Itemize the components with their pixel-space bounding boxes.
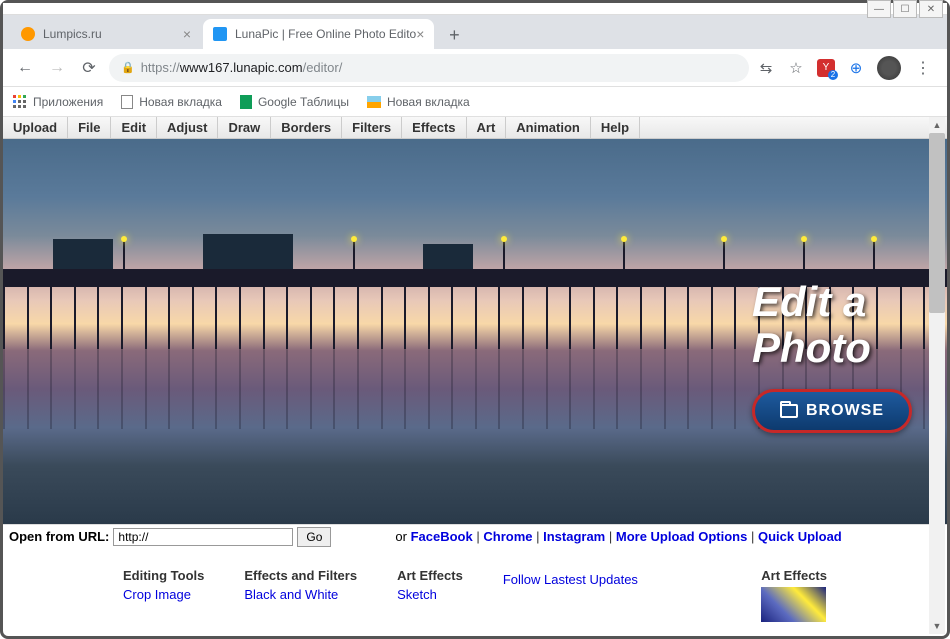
menu-filters[interactable]: Filters: [342, 117, 402, 138]
bookmarks-bar: Приложения Новая вкладка Google Таблицы …: [3, 87, 947, 117]
col-title-editing: Editing Tools: [123, 568, 204, 583]
new-tab-button[interactable]: +: [440, 21, 468, 49]
back-button[interactable]: ←: [13, 56, 37, 80]
go-button[interactable]: Go: [297, 527, 331, 547]
url-open-bar: Open from URL: Go or FaceBook | Chrome |…: [3, 524, 947, 548]
link-sketch[interactable]: Sketch: [397, 587, 463, 602]
scrollbar[interactable]: ▲ ▼: [929, 117, 945, 634]
menu-borders[interactable]: Borders: [271, 117, 342, 138]
tab-lunapic[interactable]: LunaPic | Free Online Photo Edito ×: [203, 19, 434, 49]
bookmark-item[interactable]: Новая вкладка: [367, 95, 470, 109]
or-text: or: [395, 529, 407, 544]
tab-title: LunaPic | Free Online Photo Edito: [235, 27, 416, 41]
window-titlebar: — ☐ ✕: [3, 3, 947, 15]
folder-icon: [780, 404, 798, 418]
url-input[interactable]: 🔒 https://www167.lunapic.com/editor/: [109, 54, 749, 82]
link-chrome[interactable]: Chrome: [483, 529, 532, 544]
star-icon[interactable]: ☆: [787, 59, 805, 77]
translate-icon[interactable]: ⇆: [757, 59, 775, 77]
url-text: https://www167.lunapic.com/editor/: [141, 60, 343, 75]
page-content: Upload File Edit Adjust Draw Borders Fil…: [3, 117, 947, 636]
menu-file[interactable]: File: [68, 117, 111, 138]
link-crop-image[interactable]: Crop Image: [123, 587, 204, 602]
url-label: Open from URL:: [9, 529, 109, 544]
minimize-button[interactable]: —: [867, 0, 891, 18]
tab-title: Lumpics.ru: [43, 27, 102, 41]
hero-title: Edit a Photo: [752, 279, 912, 371]
hero-image: Edit a Photo BROWSE: [3, 139, 947, 524]
address-bar: ← → ⟳ 🔒 https://www167.lunapic.com/edito…: [3, 49, 947, 87]
browser-tabs: Lumpics.ru × LunaPic | Free Online Photo…: [3, 15, 947, 49]
art-effects-title: Art Effects: [761, 568, 827, 583]
menu-upload[interactable]: Upload: [3, 117, 68, 138]
menu-draw[interactable]: Draw: [218, 117, 271, 138]
globe-icon[interactable]: ⊕: [847, 59, 865, 77]
footer-columns: Editing Tools Crop Image Effects and Fil…: [3, 548, 947, 622]
apps-button[interactable]: Приложения: [13, 95, 103, 109]
tab-close-icon[interactable]: ×: [183, 26, 191, 42]
maximize-button[interactable]: ☐: [893, 0, 917, 18]
link-instagram[interactable]: Instagram: [543, 529, 605, 544]
extension-badge[interactable]: Y: [817, 59, 835, 77]
bookmark-item[interactable]: Новая вкладка: [121, 95, 222, 109]
reload-button[interactable]: ⟳: [77, 56, 101, 80]
art-thumbnail[interactable]: [761, 587, 826, 622]
menu-adjust[interactable]: Adjust: [157, 117, 218, 138]
tab-close-icon[interactable]: ×: [416, 26, 424, 42]
link-follow-updates[interactable]: Follow Lastest Updates: [503, 572, 638, 587]
link-more-upload[interactable]: More Upload Options: [616, 529, 747, 544]
favicon-icon: [213, 27, 227, 41]
scroll-up-icon[interactable]: ▲: [929, 117, 945, 133]
link-black-white[interactable]: Black and White: [244, 587, 357, 602]
col-title-art: Art Effects: [397, 568, 463, 583]
menu-effects[interactable]: Effects: [402, 117, 466, 138]
lunapic-menu: Upload File Edit Adjust Draw Borders Fil…: [3, 117, 947, 139]
menu-animation[interactable]: Animation: [506, 117, 591, 138]
favicon-icon: [21, 27, 35, 41]
bookmark-item[interactable]: Google Таблицы: [240, 95, 349, 109]
menu-art[interactable]: Art: [467, 117, 507, 138]
tab-lumpics[interactable]: Lumpics.ru ×: [11, 19, 201, 49]
scroll-down-icon[interactable]: ▼: [929, 618, 945, 634]
avatar[interactable]: [877, 56, 901, 80]
menu-edit[interactable]: Edit: [111, 117, 157, 138]
image-icon: [367, 96, 381, 108]
menu-help[interactable]: Help: [591, 117, 640, 138]
url-input-field[interactable]: [113, 528, 293, 546]
apps-icon: [13, 95, 27, 109]
link-quick-upload[interactable]: Quick Upload: [758, 529, 842, 544]
document-icon: [121, 95, 133, 109]
window-close-button[interactable]: ✕: [919, 0, 943, 18]
menu-button[interactable]: ⋮: [913, 59, 931, 77]
sheets-icon: [240, 95, 252, 109]
browse-button[interactable]: BROWSE: [752, 389, 912, 433]
lock-icon: 🔒: [121, 61, 135, 74]
forward-button[interactable]: →: [45, 56, 69, 80]
link-facebook[interactable]: FaceBook: [411, 529, 473, 544]
col-title-effects: Effects and Filters: [244, 568, 357, 583]
scroll-thumb[interactable]: [929, 133, 945, 313]
